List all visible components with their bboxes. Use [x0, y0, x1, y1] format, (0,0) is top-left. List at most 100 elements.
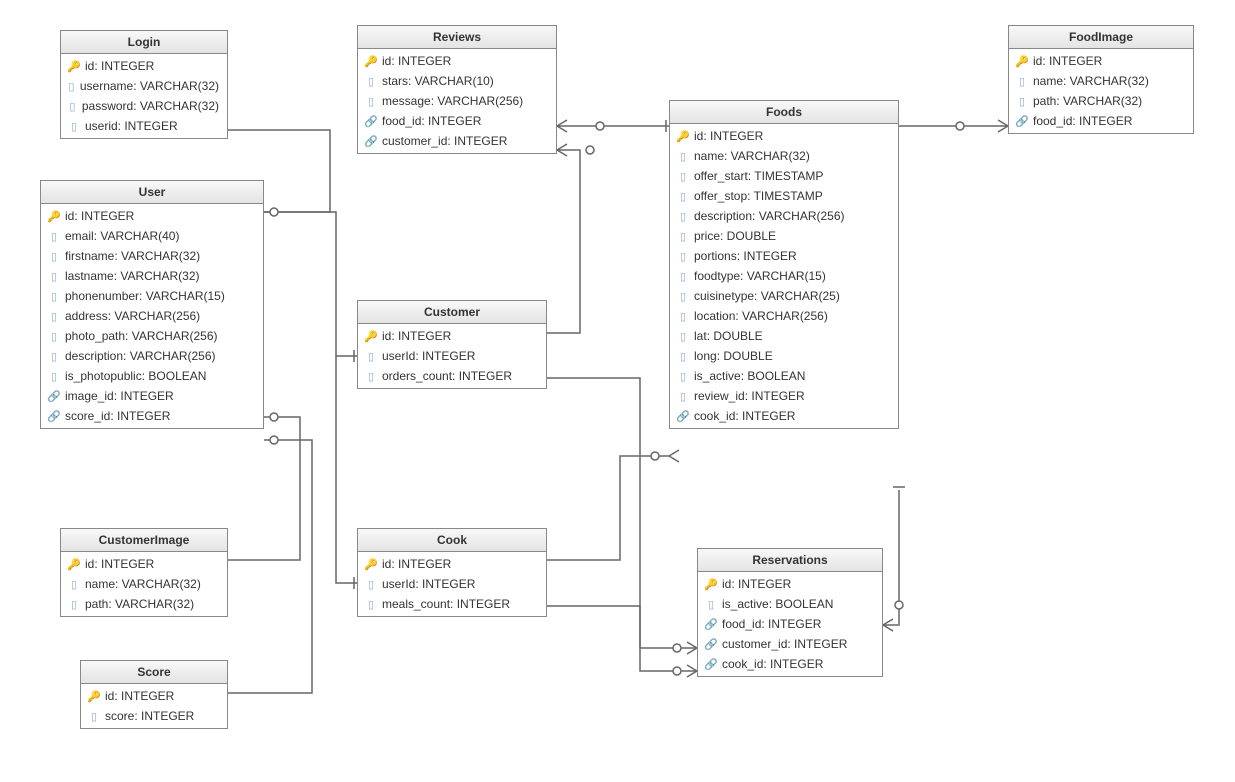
entity-foods: Foods 🔑id: INTEGER▯name: VARCHAR(32)▯off… — [669, 100, 899, 429]
field-text: message: VARCHAR(256) — [382, 94, 523, 108]
column-icon: ▯ — [1015, 75, 1029, 88]
entity-fields-reservations: 🔑id: INTEGER▯is_active: BOOLEAN🔗food_id:… — [698, 572, 882, 676]
field-row: 🔗score_id: INTEGER — [41, 406, 263, 426]
field-text: cook_id: INTEGER — [722, 657, 823, 671]
column-icon: ▯ — [676, 330, 690, 343]
field-text: location: VARCHAR(256) — [694, 309, 828, 323]
column-icon: ▯ — [676, 250, 690, 263]
field-text: id: INTEGER — [382, 557, 451, 571]
entity-title: Foods — [670, 101, 898, 124]
entity-title: User — [41, 181, 263, 204]
entity-fields-login: 🔑id: INTEGER▯username: VARCHAR(32)▯passw… — [61, 54, 227, 138]
field-row: ▯offer_stop: TIMESTAMP — [670, 186, 898, 206]
column-icon: ▯ — [676, 370, 690, 383]
column-icon: ▯ — [676, 170, 690, 183]
field-row: ▯ photo_path: VARCHAR(256) — [41, 326, 263, 346]
field-text: description: VARCHAR(256) — [694, 209, 845, 223]
field-text: userid: INTEGER — [85, 119, 178, 133]
column-icon: ▯ — [67, 578, 81, 591]
field-row: ▯ name: VARCHAR(32) — [1009, 71, 1193, 91]
field-row: 🔗food_id: INTEGER — [698, 614, 882, 634]
field-row: 🔑id: INTEGER — [670, 126, 898, 146]
key-icon: 🔑 — [364, 55, 378, 68]
field-row: ▯password: VARCHAR(32) — [61, 96, 227, 116]
field-text: score: INTEGER — [105, 709, 194, 723]
field-row: 🔗cook_id: INTEGER — [670, 406, 898, 426]
field-row: ▯cuisinetype: VARCHAR(25) — [670, 286, 898, 306]
entity-title: Cook — [358, 529, 546, 552]
entity-fields-customer: 🔑id: INTEGER▯userId: INTEGER▯orders_coun… — [358, 324, 546, 388]
field-text: food_id: INTEGER — [722, 617, 821, 631]
column-icon: ▯ — [47, 290, 61, 303]
field-row: 🔑 id: INTEGER — [358, 51, 556, 71]
field-row: ▯userid: INTEGER — [61, 116, 227, 136]
field-row: ▯score: INTEGER — [81, 706, 227, 726]
field-text: photo_path: VARCHAR(256) — [65, 329, 218, 343]
field-text: name: VARCHAR(32) — [1033, 74, 1149, 88]
entity-fields-score: 🔑 id: INTEGER ▯score: INTEGER — [81, 684, 227, 728]
column-icon: ▯ — [364, 75, 378, 88]
field-row: ▯path: VARCHAR(32) — [61, 594, 227, 614]
field-row: ▯path: VARCHAR(32) — [1009, 91, 1193, 111]
entity-customerimage: CustomerImage 🔑id: INTEGER▯name: VARCHAR… — [60, 528, 228, 617]
field-row: ▯email: VARCHAR(40) — [41, 226, 263, 246]
field-text: phonenumber: VARCHAR(15) — [65, 289, 225, 303]
field-text: id: INTEGER — [382, 329, 451, 343]
field-text: id: INTEGER — [65, 209, 134, 223]
entity-fields-user: 🔑id: INTEGER▯email: VARCHAR(40)▯firstnam… — [41, 204, 263, 428]
field-row: ▯address: VARCHAR(256) — [41, 306, 263, 326]
field-text: description: VARCHAR(256) — [65, 349, 216, 363]
link-icon: 🔗 — [1015, 115, 1029, 128]
field-text: cook_id: INTEGER — [694, 409, 795, 423]
field-row: ▯price: DOUBLE — [670, 226, 898, 246]
field-text: food_id: INTEGER — [382, 114, 481, 128]
entity-fields-reviews: 🔑id: INTEGER▯stars: VARCHAR(10)▯message:… — [358, 49, 556, 153]
key-icon: 🔑 — [87, 690, 101, 703]
field-row: ▯description: VARCHAR(256) — [41, 346, 263, 366]
entity-title: Score — [81, 661, 227, 684]
field-text: id: INTEGER — [105, 689, 174, 703]
field-text: customer_id: INTEGER — [722, 637, 847, 651]
field-row: 🔑id: INTEGER — [41, 206, 263, 226]
field-row: ▯description: VARCHAR(256) — [670, 206, 898, 226]
column-icon: ▯ — [47, 330, 61, 343]
field-text: lastname: VARCHAR(32) — [65, 269, 199, 283]
column-icon: ▯ — [676, 390, 690, 403]
field-row: ▯meals_count: INTEGER — [358, 594, 546, 614]
field-row: 🔗image_id: INTEGER — [41, 386, 263, 406]
field-text: id: INTEGER — [382, 54, 451, 68]
field-text: userId: INTEGER — [382, 349, 475, 363]
field-text: id: INTEGER — [85, 59, 154, 73]
column-icon: ▯ — [676, 190, 690, 203]
link-icon: 🔗 — [364, 115, 378, 128]
field-text: name: VARCHAR(32) — [85, 577, 201, 591]
field-row: ▯ is_active: BOOLEAN — [670, 366, 898, 386]
field-row: ▯review_id: INTEGER — [670, 386, 898, 406]
column-icon: ▯ — [676, 350, 690, 363]
link-icon: 🔗 — [364, 135, 378, 148]
field-row: 🔑id: INTEGER — [698, 574, 882, 594]
column-icon: ▯ — [67, 598, 81, 611]
column-icon: ▯ — [47, 230, 61, 243]
entity-title: CustomerImage — [61, 529, 227, 552]
field-row: 🔑id: INTEGER — [358, 326, 546, 346]
field-text: portions: INTEGER — [694, 249, 797, 263]
column-icon: ▯ — [676, 310, 690, 323]
link-icon: 🔗 — [704, 658, 718, 671]
field-row: 🔗customer_id: INTEGER — [358, 131, 556, 151]
entity-title: Reviews — [358, 26, 556, 49]
field-row: 🔑 id: INTEGER — [81, 686, 227, 706]
field-text: lat: DOUBLE — [694, 329, 763, 343]
field-row: ▯is_photopublic: BOOLEAN — [41, 366, 263, 386]
column-icon: ▯ — [676, 150, 690, 163]
field-text: address: VARCHAR(256) — [65, 309, 200, 323]
field-text: is_active: BOOLEAN — [694, 369, 805, 383]
column-icon: ▯ — [47, 250, 61, 263]
column-icon: ▯ — [676, 230, 690, 243]
field-text: offer_start: TIMESTAMP — [694, 169, 823, 183]
field-text: score_id: INTEGER — [65, 409, 170, 423]
field-row: 🔑id: INTEGER — [1009, 51, 1193, 71]
field-row: ▯orders_count: INTEGER — [358, 366, 546, 386]
column-icon: ▯ — [47, 370, 61, 383]
field-text: firstname: VARCHAR(32) — [65, 249, 200, 263]
